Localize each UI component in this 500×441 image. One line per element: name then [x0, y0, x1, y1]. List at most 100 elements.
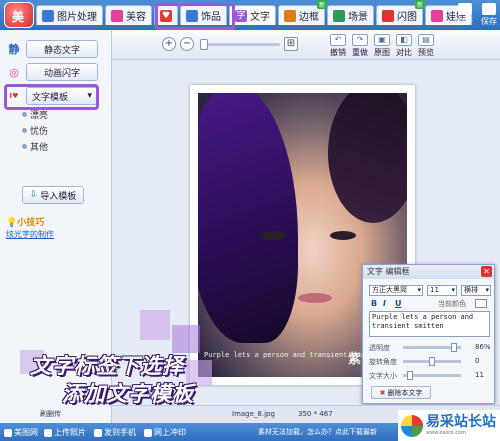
text-size-label: 文字大小 — [369, 372, 397, 380]
material-hint-link[interactable]: 素材无法加载，怎么办？点此下载最新 — [258, 427, 377, 437]
open-icon — [458, 3, 472, 15]
phone-icon — [94, 428, 102, 437]
text-input[interactable]: Purple lets a person and transient smitt… — [369, 311, 490, 337]
caption-line-2: 添加文字模板 — [62, 382, 194, 406]
toolbar: + − ⊞ ↶ 撤销 ↷ 重做 ▣ 原图 ◧ 对比 ▤ 预览 — [112, 30, 500, 60]
import-icon: ⇩ — [29, 190, 41, 200]
highlight-text-tab — [155, 3, 235, 30]
print-icon — [144, 428, 152, 437]
text-size-value: 11 — [475, 371, 484, 379]
italic-button[interactable]: I — [383, 299, 386, 308]
undo-icon: ↶ — [330, 34, 346, 46]
compare-icon: ◧ — [396, 34, 412, 46]
tip-title: 💡小技巧 — [6, 218, 45, 228]
left-hint: 刷删传 — [40, 410, 61, 418]
zoom-in-icon[interactable]: + — [162, 37, 176, 51]
opacity-slider[interactable] — [403, 343, 461, 352]
rotate-value: 0 — [475, 357, 480, 365]
bullet-icon — [22, 144, 27, 149]
save-icon — [482, 3, 496, 15]
zoom-slider[interactable] — [200, 39, 280, 50]
highlight-template-dropdown — [4, 84, 99, 110]
preview-icon: ▤ — [418, 34, 434, 46]
preview-button[interactable]: ▤ 预览 — [418, 34, 434, 58]
caption-line-1: 文字标签下选择 — [30, 354, 184, 378]
rotate-knob[interactable] — [429, 357, 435, 366]
tip-link[interactable]: 炫光字的制作 — [6, 229, 54, 240]
watermark: 易采站长站 www.easck.com — [398, 410, 500, 441]
send-phone-link[interactable]: 发到手机 — [94, 427, 136, 438]
compare-button[interactable]: ◧ 对比 — [396, 34, 412, 58]
original-icon: ▣ — [374, 34, 390, 46]
opacity-label: 透明度 — [369, 344, 390, 352]
tab-scene[interactable]: 场景 — [327, 5, 374, 25]
static-text-button[interactable]: 静态文字 — [26, 40, 98, 58]
font-select[interactable]: 方正大黑简 — [369, 285, 423, 296]
watermark-url: www.easck.com — [426, 430, 467, 436]
rotate-slider[interactable] — [403, 357, 461, 366]
color-label: 当前颜色 — [438, 300, 466, 308]
beauty-icon — [111, 9, 123, 22]
orientation-select[interactable]: 横排 — [461, 285, 491, 296]
anim-text-icon: ◎ — [9, 65, 19, 79]
photo-hair-right — [328, 93, 407, 223]
opacity-knob[interactable] — [451, 343, 457, 352]
text-size-knob[interactable] — [407, 371, 413, 380]
upload-icon — [44, 428, 52, 437]
web-icon — [4, 428, 12, 437]
watermark-title: 易采站长站 — [426, 414, 496, 430]
photo-icon — [42, 9, 54, 22]
editor-title: 文字 编辑框 ✕ — [363, 265, 494, 279]
photo-eye-left — [260, 231, 286, 240]
tab-beauty[interactable]: 美容 — [105, 5, 152, 25]
dims-label: 350 * 467 — [298, 410, 333, 418]
upload-photo-link[interactable]: 上传照片 — [44, 427, 86, 438]
doll-icon — [431, 9, 443, 22]
undo-button[interactable]: ↶ 撤销 — [330, 34, 346, 58]
top-tab-bar: 美 图片处理 美容 ♥ 饰品 字文字 新边框 场景 新闪图 娃娃 打开 保存 — [0, 0, 500, 30]
underline-button[interactable]: U — [395, 299, 402, 308]
anim-text-button[interactable]: 动画闪字 — [26, 63, 98, 81]
tab-text[interactable]: 字文字 — [229, 5, 276, 25]
delete-icon: ✖ — [379, 388, 386, 397]
original-button[interactable]: ▣ 原图 — [374, 34, 390, 58]
photo-lips — [298, 293, 332, 303]
tab-photo-process[interactable]: 图片处理 — [36, 5, 103, 25]
size-select[interactable]: 11 — [427, 285, 457, 296]
redo-button[interactable]: ↷ 重做 — [352, 34, 368, 58]
zoom-slider-knob[interactable] — [200, 39, 208, 50]
site-logo-icon — [401, 414, 423, 437]
photo-eye-right — [330, 231, 356, 240]
delete-text-button[interactable]: ✖ 删除本文字 — [371, 386, 431, 399]
opacity-value: 86% — [475, 343, 491, 351]
app-logo: 美 — [4, 2, 34, 28]
tab-flash[interactable]: 新闪图 — [376, 0, 425, 25]
close-icon[interactable]: ✕ — [481, 266, 492, 277]
online-print-link[interactable]: 网上冲印 — [144, 427, 186, 438]
scene-icon — [333, 9, 345, 22]
frame-icon — [284, 9, 296, 22]
import-template-button[interactable]: ⇩ 导入模板 — [22, 186, 84, 204]
bullet-icon — [22, 112, 27, 117]
zoom-out-icon[interactable]: − — [180, 37, 194, 51]
tab-frame[interactable]: 新边框 — [278, 0, 327, 25]
main-tabs: 图片处理 美容 ♥ 饰品 字文字 新边框 场景 新闪图 娃娃 — [36, 0, 472, 25]
open-button[interactable]: 打开 — [457, 3, 473, 27]
text-size-slider[interactable] — [403, 371, 461, 380]
sub-item-sad[interactable]: 忧伤 — [22, 124, 48, 137]
save-button[interactable]: 保存 — [481, 3, 497, 27]
photo-hair — [198, 93, 298, 343]
sub-item-other[interactable]: 其他 — [22, 140, 48, 153]
static-text-icon: 静 — [8, 43, 20, 56]
text-editor-panel: 文字 编辑框✕ 方正大黑简 11 横排 B I U 当前颜色 Purple le… — [362, 264, 495, 404]
flash-icon — [382, 9, 394, 22]
bold-button[interactable]: B — [371, 299, 377, 308]
color-swatch[interactable] — [475, 299, 487, 308]
filename-label: Image_8.jpg — [232, 410, 275, 418]
rotate-label: 旋转角度 — [369, 358, 397, 366]
fit-icon[interactable]: ⊞ — [284, 37, 298, 51]
meitu-web-link[interactable]: 美图网 — [4, 427, 38, 438]
text-icon: 字 — [235, 9, 247, 22]
redo-icon: ↷ — [352, 34, 368, 46]
bullet-icon — [22, 128, 27, 133]
